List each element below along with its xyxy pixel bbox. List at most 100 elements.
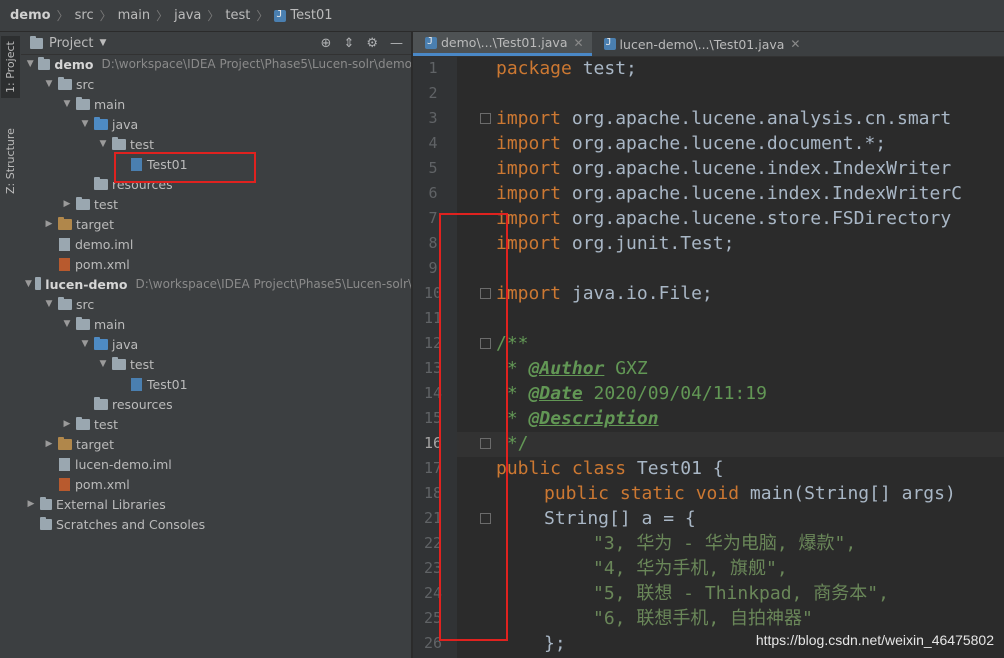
tree-row-scratches[interactable]: Scratches and Consoles [21,514,411,534]
excluded-folder-icon [58,436,72,450]
collapse-arrow-icon[interactable]: ▶ [25,499,37,509]
line-number: 6 [428,184,438,202]
editor-tab-lucen-demo-test01[interactable]: lucen-demo\...\Test01.java ✕ [592,32,809,56]
folder-icon [76,196,90,210]
tree-row-src[interactable]: ▼ src [21,294,411,314]
chevron-right-icon: 〉 [207,9,220,23]
breadcrumb-item-test[interactable]: test [225,8,250,23]
tree-row-pom-xml[interactable]: pom.xml [21,254,411,274]
collapse-arrow-icon[interactable]: ▶ [61,419,73,429]
expand-arrow-icon[interactable]: ▼ [97,139,109,149]
breadcrumb-item-java[interactable]: java [174,8,201,23]
collapse-arrow-icon[interactable]: ▶ [43,439,55,449]
javadoc-value: 2020/09/04/11:19 [582,383,767,404]
tree-row-test-package[interactable]: ▼ test [21,134,411,154]
tree-row-lucen-demo-iml[interactable]: lucen-demo.iml [21,454,411,474]
code-editor[interactable]: demo\...\Test01.java ✕ lucen-demo\...\Tes… [413,32,1004,658]
tree-row-target[interactable]: ▶ target [21,434,411,454]
code-text: org.apache.lucene.analysis.cn.smart [561,108,952,129]
breadcrumb-item-src[interactable]: src [75,8,94,23]
folder-icon [76,96,90,110]
java-class-icon [425,36,437,49]
highlight-box [439,213,508,641]
highlight-box [114,152,256,183]
tree-label: pom.xml [75,476,130,492]
expand-arrow-icon[interactable]: ▼ [61,99,73,109]
tree-row-demo-iml[interactable]: demo.iml [21,234,411,254]
tree-row-external-libraries[interactable]: ▶ External Libraries [21,494,411,514]
tree-row-main[interactable]: ▼ main [21,314,411,334]
project-tool-tab[interactable]: 1: Project [1,36,20,98]
tree-label: Scratches and Consoles [56,516,206,532]
java-class-icon [131,377,142,391]
chevron-right-icon: 〉 [256,9,269,23]
tree-row-test01[interactable]: Test01 [21,374,411,394]
tree-row-test-package[interactable]: ▼ test [21,354,411,374]
fold-marker-icon[interactable] [480,113,491,124]
tree-label: test [130,356,155,372]
breadcrumb-item-main[interactable]: main [118,8,150,23]
java-class-icon [274,9,287,22]
code-text: org.junit.Test; [561,233,735,254]
chevron-right-icon: 〉 [56,9,69,23]
tree-row-lucen-demo[interactable]: ▼ lucen-demo D:\workspace\IDEA Project\Pha… [21,274,412,294]
code-text: org.apache.lucene.index.IndexWriter [561,158,952,179]
library-icon [40,496,52,510]
tree-label: main [94,96,126,112]
expand-arrow-icon[interactable]: ▼ [79,339,91,349]
tree-row-java[interactable]: ▼ java [21,114,411,134]
target-icon[interactable]: ⊕ [321,36,332,51]
expand-arrow-icon[interactable]: ▼ [61,319,73,329]
breadcrumb-item-demo[interactable]: demo [10,8,51,23]
tree-row-pom-xml[interactable]: pom.xml [21,474,411,494]
tree-row-target[interactable]: ▶ target [21,214,411,234]
project-view-selector[interactable]: Project [49,36,93,51]
tool-window-strip: 1: Project Z: Structure [0,32,22,658]
tree-label: java [112,336,139,352]
editor-tab-demo-test01[interactable]: demo\...\Test01.java ✕ [413,32,592,56]
tree-row-demo[interactable]: ▼ demo D:\workspace\IDEA Project\Phase5\Lu… [21,54,412,74]
expand-arrow-icon[interactable]: ▼ [97,359,109,369]
tree-row-test[interactable]: ▶ test [21,414,411,434]
collapse-arrow-icon[interactable]: ▶ [43,219,55,229]
code-line-4: import org.apache.lucene.document.*; [496,131,886,156]
collapse-arrow-icon[interactable]: ▶ [61,199,73,209]
code-text: Test01 { [626,458,724,479]
tree-row-java[interactable]: ▼ java [21,334,411,354]
dropdown-arrow-icon[interactable]: ▼ [99,38,106,48]
expand-arrow-icon[interactable]: ▼ [43,299,55,309]
breadcrumb-item-test01[interactable]: Test01 [274,8,333,23]
tree-label: main [94,316,126,332]
close-icon[interactable]: ✕ [790,37,800,51]
tab-label: demo\...\Test01.java [441,35,568,50]
code-line-1: package test; [496,56,637,81]
code-line-26: }; [544,633,566,654]
tree-row-main[interactable]: ▼ main [21,94,411,114]
project-panel-header: Project ▼ ⊕ ⇕ ⚙ — [21,32,411,55]
tree-label: target [76,436,115,452]
expand-arrow-icon[interactable]: ▼ [43,79,55,89]
tree-label: resources [112,396,173,412]
tree-label: test [94,416,119,432]
collapse-icon[interactable]: ⇕ [343,36,354,51]
module-path: D:\workspace\IDEA Project\Phase5\Lucen-s… [101,57,412,71]
line-number: 5 [428,159,438,177]
expand-arrow-icon[interactable]: ▼ [25,59,35,69]
line-number: 4 [428,134,438,152]
gear-icon[interactable]: ⚙ [366,36,378,51]
expand-arrow-icon[interactable]: ▼ [25,279,32,289]
code-line-5: import org.apache.lucene.index.IndexWrit… [496,156,951,181]
tree-row-test[interactable]: ▶ test [21,194,411,214]
code-line-18: public static void main(String[] args) [544,481,956,506]
code-line-24: "5, 联想 - Thinkpad, 商务本", [593,583,889,604]
structure-tool-tab[interactable]: Z: Structure [1,120,20,202]
tree-row-src[interactable]: ▼ src [21,74,411,94]
module-path: D:\workspace\IDEA Project\Phase5\Lucen-s… [135,277,412,291]
tree-label: test [94,196,119,212]
close-icon[interactable]: ✕ [573,36,583,50]
tree-row-resources[interactable]: resources [21,394,411,414]
module-folder-icon [38,56,51,70]
expand-arrow-icon[interactable]: ▼ [79,119,91,129]
folder-icon [58,76,72,90]
minimize-icon[interactable]: — [390,36,403,51]
